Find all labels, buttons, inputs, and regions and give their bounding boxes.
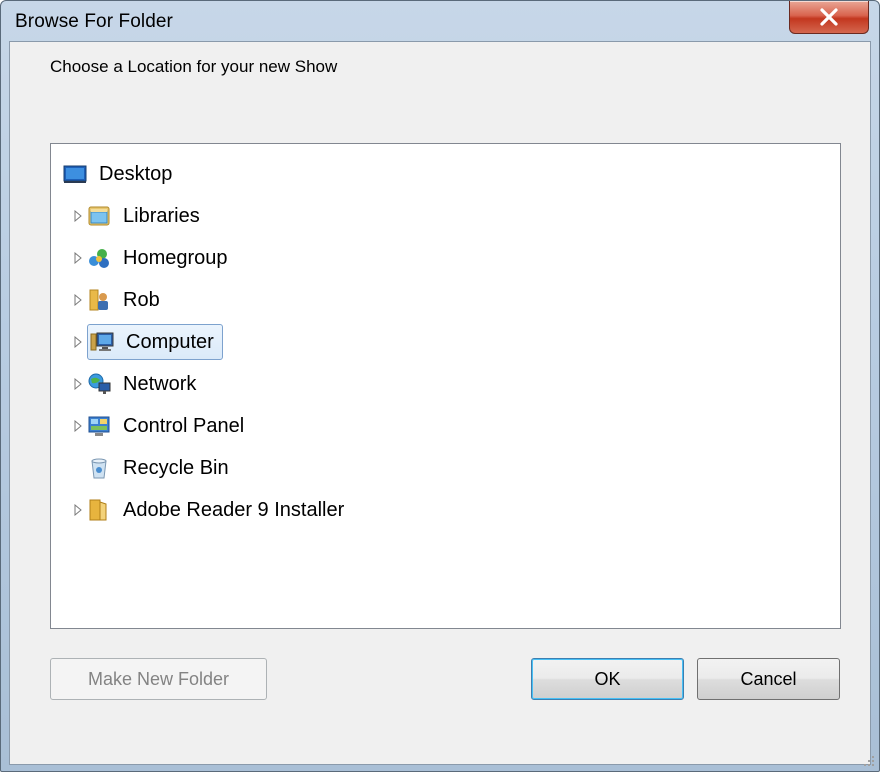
dialog-prompt: Choose a Location for your new Show — [50, 57, 338, 76]
user-folder-icon — [87, 288, 111, 312]
folder-icon — [87, 498, 111, 522]
close-icon — [820, 8, 838, 26]
tree-item-label: Network — [123, 372, 197, 395]
expand-arrow-icon[interactable] — [71, 209, 85, 223]
browse-for-folder-window: Browse For Folder Choose a Location for … — [0, 0, 880, 772]
tree-item-label: Adobe Reader 9 Installer — [123, 498, 345, 521]
ok-button[interactable]: OK — [531, 658, 684, 700]
tree-item-adobe-reader-9-installer[interactable]: Adobe Reader 9 Installer — [71, 492, 348, 528]
cancel-button[interactable]: Cancel — [697, 658, 840, 700]
tree-item-rob[interactable]: Rob — [71, 282, 164, 318]
title-bar[interactable]: Browse For Folder — [1, 1, 879, 41]
recycle-bin-icon — [87, 456, 111, 480]
expand-arrow-icon[interactable] — [71, 419, 85, 433]
expand-arrow-icon[interactable] — [71, 293, 85, 307]
tree-item-label: Desktop — [99, 162, 173, 185]
folder-tree[interactable]: Desktop Libraries Homegroup Rob Computer… — [50, 143, 841, 629]
tree-item-label: Control Panel — [123, 414, 245, 437]
resize-grip-icon[interactable] — [861, 753, 875, 767]
network-icon — [87, 372, 111, 396]
close-button[interactable] — [789, 1, 869, 34]
tree-item-label: Recycle Bin — [123, 456, 229, 479]
expand-arrow-icon[interactable] — [71, 335, 85, 349]
tree-item-recycle-bin[interactable]: Recycle Bin — [87, 450, 233, 486]
tree-item-computer[interactable]: Computer — [71, 324, 223, 360]
make-new-folder-button[interactable]: Make New Folder — [50, 658, 267, 700]
tree-item-libraries[interactable]: Libraries — [71, 198, 204, 234]
tree-item-homegroup[interactable]: Homegroup — [71, 240, 232, 276]
tree-item-network[interactable]: Network — [71, 366, 200, 402]
tree-item-label: Libraries — [123, 204, 200, 227]
computer-icon — [90, 330, 114, 354]
tree-item-label: Computer — [126, 330, 214, 353]
desktop-icon — [63, 162, 87, 186]
tree-item-desktop[interactable]: Desktop — [63, 156, 176, 192]
tree-item-control-panel[interactable]: Control Panel — [71, 408, 248, 444]
libraries-icon — [87, 204, 111, 228]
selection-highlight: Computer — [87, 324, 223, 360]
homegroup-icon — [87, 246, 111, 270]
expand-arrow-icon[interactable] — [71, 377, 85, 391]
expand-arrow-icon[interactable] — [71, 251, 85, 265]
tree-item-label: Rob — [123, 288, 160, 311]
control-panel-icon — [87, 414, 111, 438]
tree-item-label: Homegroup — [123, 246, 228, 269]
window-title: Browse For Folder — [15, 11, 173, 32]
expand-arrow-icon[interactable] — [71, 503, 85, 517]
